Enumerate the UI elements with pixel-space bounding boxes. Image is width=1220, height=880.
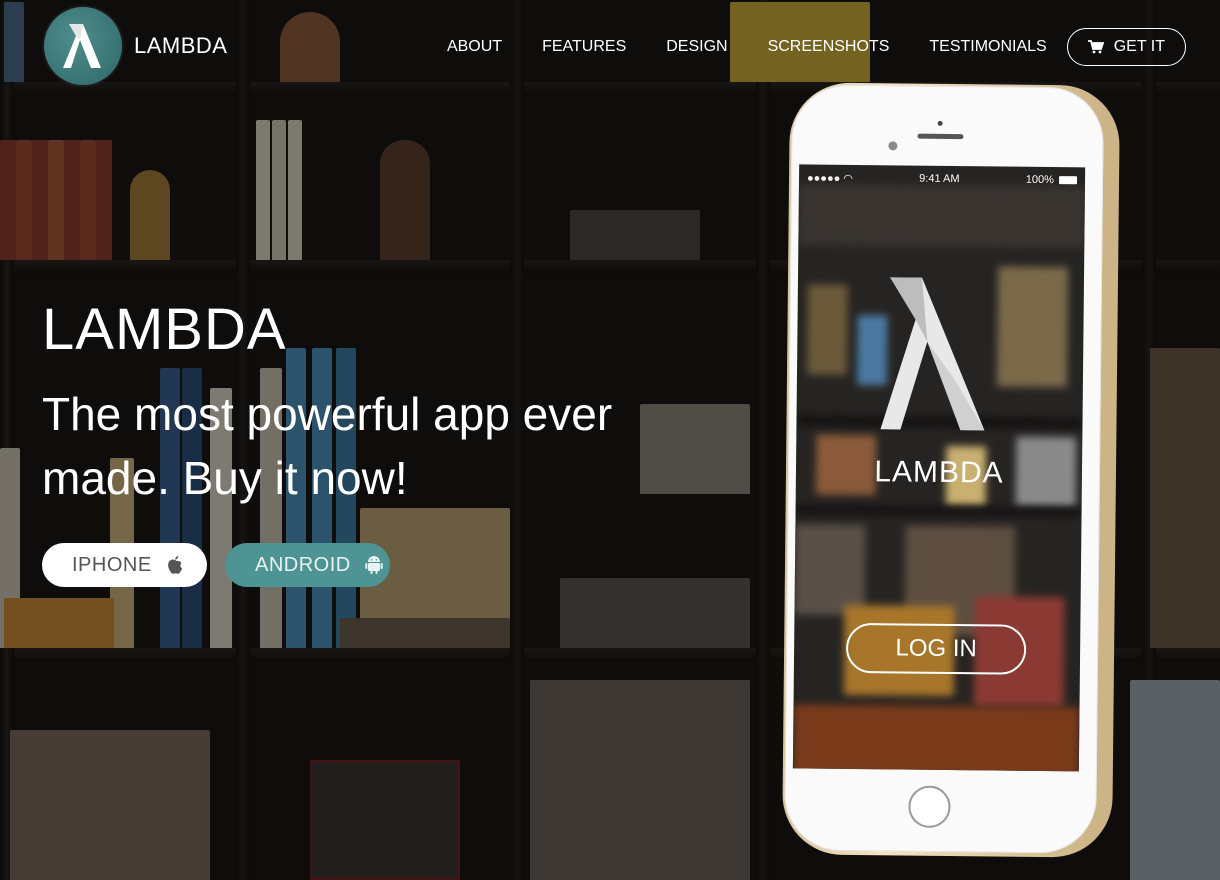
nav-link-features[interactable]: FEATURES	[542, 29, 626, 65]
brand-name: LAMBDA	[134, 33, 228, 58]
hero-subtitle: The most powerful app ever made. Buy it …	[42, 388, 613, 504]
phone-screen: ●●●●● ◠ 9:41 AM 100% LAMBDA LOG IN	[792, 164, 1086, 772]
iphone-download-button[interactable]: IPHONE	[42, 543, 207, 587]
home-button[interactable]	[908, 785, 951, 829]
navbar: LAMBDA ABOUT FEATURES DESIGN SCREENSHOTS…	[0, 0, 1220, 92]
login-button[interactable]: LOG IN	[845, 622, 1027, 675]
android-icon	[365, 555, 383, 575]
phone-face: ●●●●● ◠ 9:41 AM 100% LAMBDA LOG IN	[784, 84, 1105, 854]
iphone-button-label: IPHONE	[72, 553, 152, 576]
nav-link-about[interactable]: ABOUT	[447, 29, 502, 65]
status-time: 9:41 AM	[919, 172, 960, 186]
nav-link-screenshots[interactable]: SCREENSHOTS	[768, 29, 890, 65]
nav-link-testimonials[interactable]: TESTIMONIALS	[929, 29, 1046, 65]
download-buttons: IPHONE ANDROID	[42, 543, 682, 587]
get-it-button[interactable]: GET IT	[1066, 28, 1186, 66]
phone-sensor	[937, 120, 943, 126]
battery-label: 100%	[1025, 173, 1055, 187]
phone-speaker	[917, 133, 964, 140]
app-lambda-logo-icon	[874, 269, 996, 445]
signal-icon: ●●●●● ◠	[806, 171, 853, 185]
hero-title: LAMBDA	[42, 297, 287, 362]
android-button-label: ANDROID	[255, 553, 351, 576]
get-it-label: GET IT	[1113, 38, 1165, 55]
nav-links: ABOUT FEATURES DESIGN SCREENSHOTS TESTIM…	[407, 28, 1186, 66]
lambda-icon	[44, 7, 122, 85]
apple-icon	[166, 555, 184, 575]
phone-camera	[888, 141, 898, 151]
battery-icon	[1058, 176, 1078, 185]
app-name: LAMBDA	[874, 455, 1004, 490]
status-bar: ●●●●● ◠ 9:41 AM 100%	[799, 164, 1085, 193]
shopping-cart-icon	[1087, 40, 1104, 54]
battery-indicator: 100%	[1025, 173, 1078, 187]
phone-mockup: ●●●●● ◠ 9:41 AM 100% LAMBDA LOG IN	[781, 82, 1121, 858]
brand-link[interactable]: LAMBDA	[44, 7, 227, 85]
android-download-button[interactable]: ANDROID	[225, 543, 390, 587]
nav-link-design[interactable]: DESIGN	[666, 29, 727, 65]
hero-section: LAMBDA The most powerful app ever made. …	[42, 296, 682, 587]
